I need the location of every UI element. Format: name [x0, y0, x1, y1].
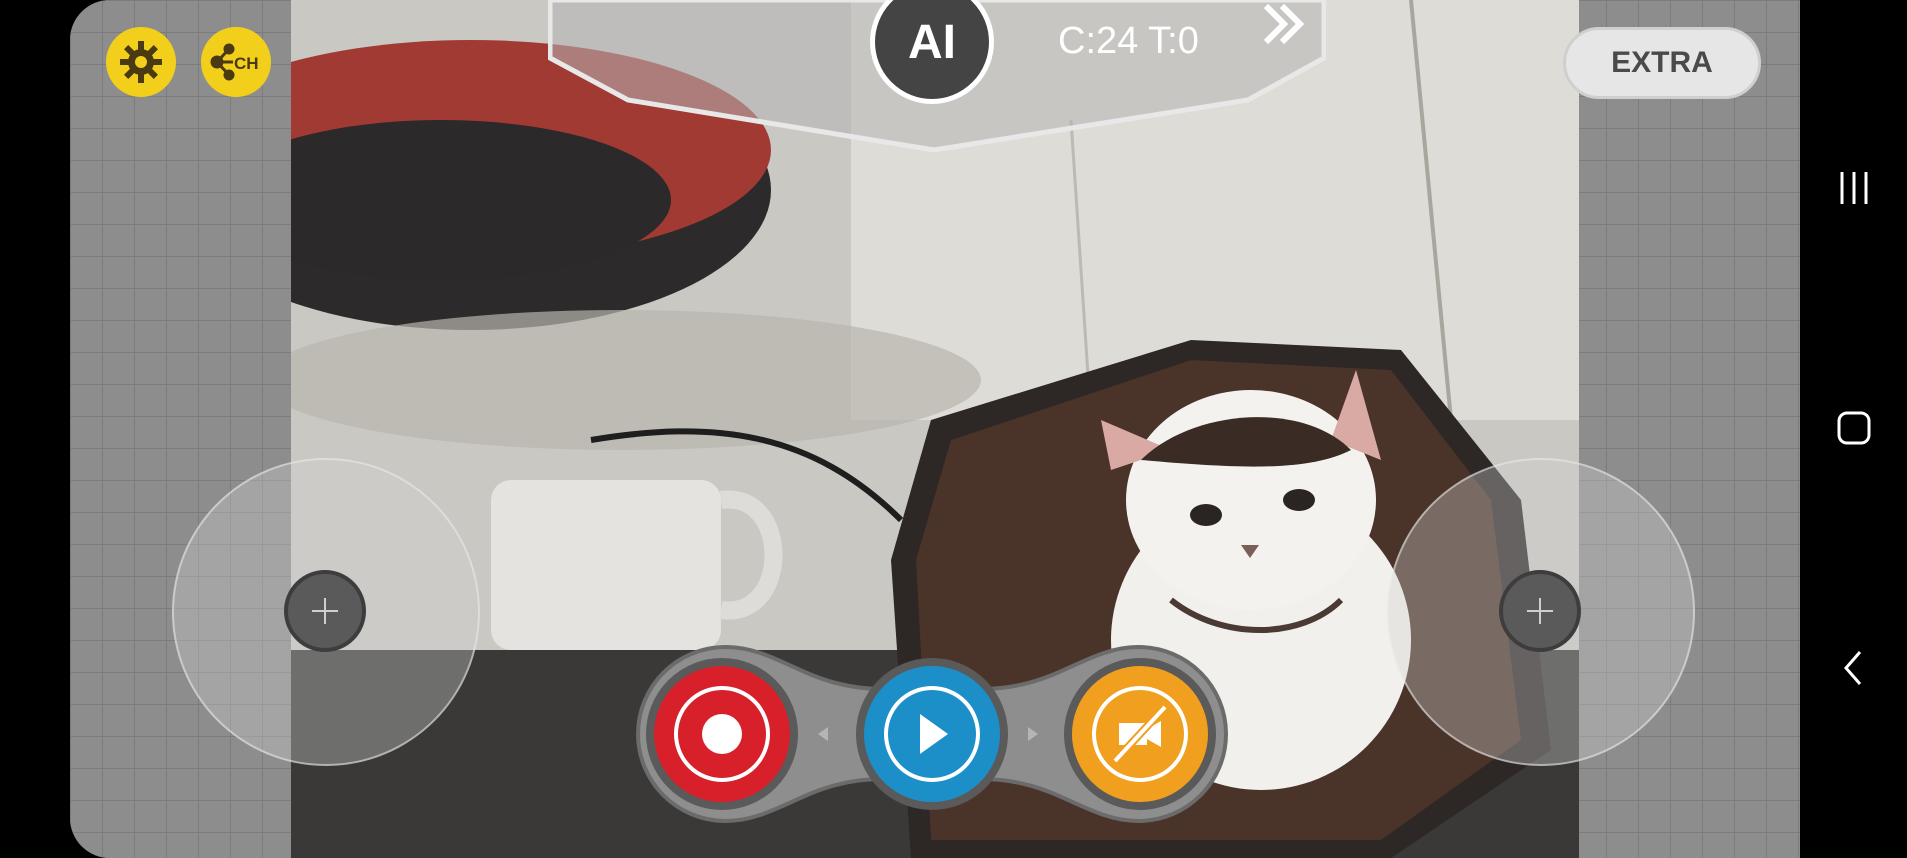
home-icon[interactable]	[1836, 408, 1872, 448]
gear-icon	[120, 41, 162, 83]
back-icon[interactable]	[1836, 648, 1872, 688]
channel-network-icon: CH	[210, 43, 259, 81]
record-button[interactable]	[646, 658, 798, 810]
extra-button[interactable]: EXTRA	[1563, 27, 1761, 99]
plus-icon	[312, 598, 338, 624]
right-joystick-knob[interactable]	[1499, 570, 1581, 652]
video-off-icon	[1112, 704, 1168, 764]
fast-forward-icon[interactable]	[1262, 2, 1308, 46]
recent-apps-icon[interactable]	[1836, 168, 1872, 208]
media-controls	[636, 643, 1228, 825]
record-ring	[674, 686, 770, 782]
settings-button[interactable]	[106, 27, 176, 97]
video-off-ring	[1092, 686, 1188, 782]
right-joystick[interactable]	[1387, 458, 1695, 766]
counter-readout: C:24 T:0	[1058, 20, 1199, 62]
record-icon	[702, 714, 742, 754]
play-button[interactable]	[856, 658, 1008, 810]
video-off-button[interactable]	[1064, 658, 1216, 810]
play-ring	[884, 686, 980, 782]
plus-icon	[1527, 598, 1553, 624]
play-icon	[920, 714, 948, 754]
channel-button[interactable]: CH	[201, 27, 271, 97]
extra-label: EXTRA	[1611, 46, 1713, 79]
left-joystick-knob[interactable]	[284, 570, 366, 652]
system-navigation-bar	[1800, 0, 1907, 858]
left-joystick[interactable]	[172, 458, 480, 766]
channel-label: CH	[234, 54, 259, 73]
ai-label: AI	[908, 15, 956, 69]
